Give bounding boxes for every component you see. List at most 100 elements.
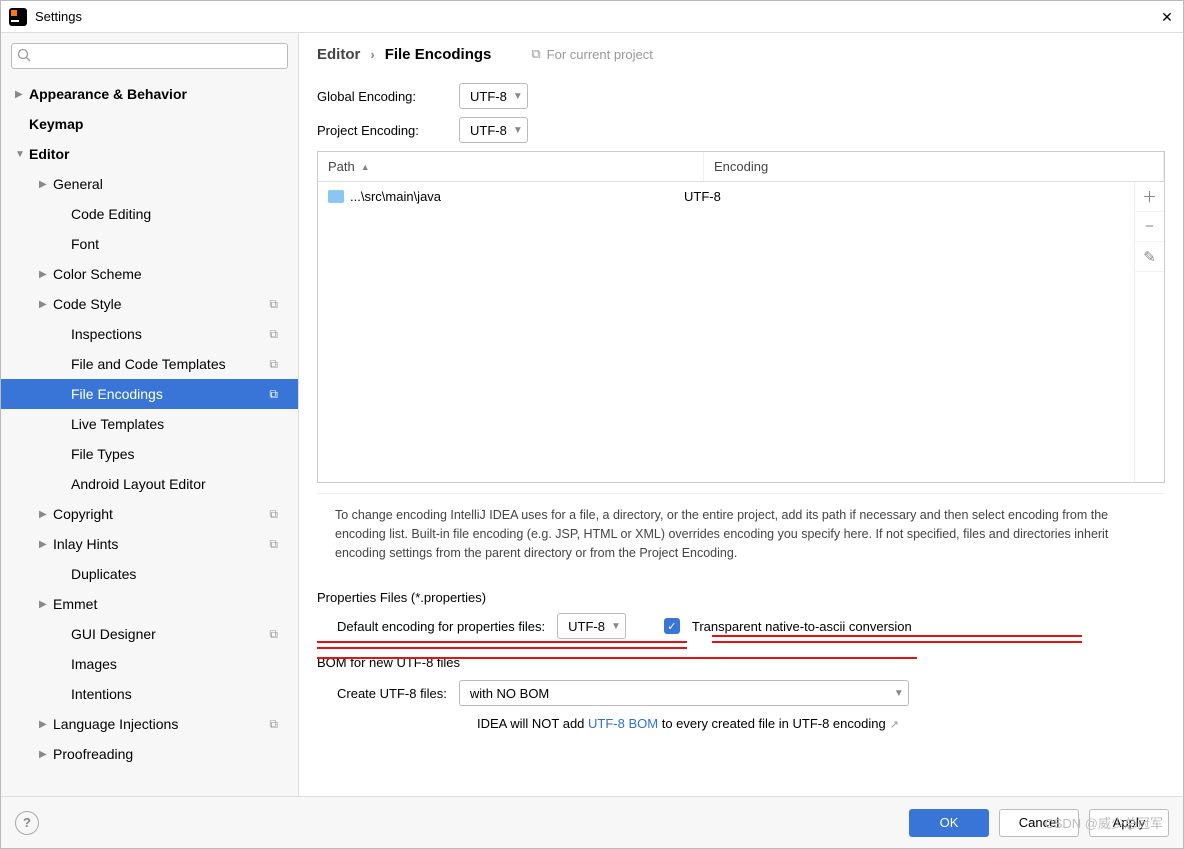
help-button[interactable]: ? xyxy=(15,811,39,835)
main-panel: Editor › File Encodings ⧉ For current pr… xyxy=(299,33,1183,796)
project-scope: ⧉ For current project xyxy=(531,46,653,62)
project-scope-icon: ⧉ xyxy=(269,627,278,642)
ok-button[interactable]: OK xyxy=(909,809,989,837)
project-scope-icon: ⧉ xyxy=(269,357,278,372)
titlebar: Settings ✕ xyxy=(1,1,1183,33)
body: ▶Appearance & Behavior▶Keymap▼Editor▶Gen… xyxy=(1,33,1183,796)
sidebar-item-label: Code Editing xyxy=(71,206,151,222)
props-default-label: Default encoding for properties files: xyxy=(337,619,545,634)
settings-window: Settings ✕ ▶Appearance & Behavior▶Keymap… xyxy=(0,0,1184,849)
project-scope-icon: ⧉ xyxy=(269,297,278,312)
content: Global Encoding: UTF-8 ▼ Project Encodin… xyxy=(299,75,1183,796)
close-icon[interactable]: ✕ xyxy=(1159,9,1175,25)
sidebar-item-inlay-hints[interactable]: ▶Inlay Hints⧉ xyxy=(1,529,298,559)
breadcrumb: Editor › File Encodings ⧉ For current pr… xyxy=(299,33,1183,75)
sidebar-item-file-types[interactable]: ▶File Types xyxy=(1,439,298,469)
chevron-right-icon: ▶ xyxy=(39,269,51,280)
sidebar-item-copyright[interactable]: ▶Copyright⧉ xyxy=(1,499,298,529)
chevron-down-icon: ▼ xyxy=(894,688,904,699)
bom-row: Create UTF-8 files: with NO BOM ▼ xyxy=(317,680,1165,706)
sidebar-item-label: Language Injections xyxy=(53,716,178,732)
sidebar-item-file-encodings[interactable]: ▶File Encodings⧉ xyxy=(1,379,298,409)
search xyxy=(11,43,288,69)
sidebar-item-label: Inlay Hints xyxy=(53,536,118,552)
global-encoding-dropdown[interactable]: UTF-8 ▼ xyxy=(459,83,528,109)
sidebar-item-label: GUI Designer xyxy=(71,626,156,642)
sidebar-item-keymap[interactable]: ▶Keymap xyxy=(1,109,298,139)
col-path[interactable]: Path ▲ xyxy=(318,152,704,181)
sidebar-item-code-style[interactable]: ▶Code Style⧉ xyxy=(1,289,298,319)
table-row[interactable]: ...\src\main\java UTF-8 xyxy=(318,182,1134,210)
sidebar-item-language-injections[interactable]: ▶Language Injections⧉ xyxy=(1,709,298,739)
external-link-icon: ↗ xyxy=(890,719,899,731)
sidebar-item-label: Color Scheme xyxy=(53,266,142,282)
sidebar-item-label: Appearance & Behavior xyxy=(29,86,187,102)
table-header: Path ▲ Encoding xyxy=(318,152,1164,182)
encoding-hint: To change encoding IntelliJ IDEA uses fo… xyxy=(317,493,1165,574)
cell-path: ...\src\main\java xyxy=(350,189,441,204)
sidebar: ▶Appearance & Behavior▶Keymap▼Editor▶Gen… xyxy=(1,33,299,796)
folder-icon xyxy=(328,190,344,203)
sidebar-item-android-layout-editor[interactable]: ▶Android Layout Editor xyxy=(1,469,298,499)
sidebar-item-gui-designer[interactable]: ▶GUI Designer⧉ xyxy=(1,619,298,649)
cancel-button[interactable]: Cancel xyxy=(999,809,1079,837)
sidebar-item-images[interactable]: ▶Images xyxy=(1,649,298,679)
sidebar-item-label: Keymap xyxy=(29,116,83,132)
sidebar-item-editor[interactable]: ▼Editor xyxy=(1,139,298,169)
sidebar-item-label: Duplicates xyxy=(71,566,136,582)
chevron-right-icon: ▶ xyxy=(15,89,27,100)
sidebar-item-intentions[interactable]: ▶Intentions xyxy=(1,679,298,709)
sidebar-item-code-editing[interactable]: ▶Code Editing xyxy=(1,199,298,229)
props-default-dropdown[interactable]: UTF-8 ▼ xyxy=(557,613,626,639)
properties-row: Default encoding for properties files: U… xyxy=(317,613,1165,639)
sidebar-item-label: Font xyxy=(71,236,99,252)
sidebar-item-label: General xyxy=(53,176,103,192)
project-scope-icon: ⧉ xyxy=(269,507,278,522)
app-icon xyxy=(9,8,27,26)
sidebar-item-label: Emmet xyxy=(53,596,97,612)
cell-encoding: UTF-8 xyxy=(674,189,1134,204)
col-encoding[interactable]: Encoding xyxy=(704,152,1164,181)
sidebar-item-general[interactable]: ▶General xyxy=(1,169,298,199)
breadcrumb-sep: › xyxy=(370,47,374,62)
sidebar-item-label: Proofreading xyxy=(53,746,133,762)
chevron-down-icon: ▼ xyxy=(513,125,523,136)
native-ascii-checkbox[interactable]: ✓ xyxy=(664,618,680,634)
sidebar-item-label: Images xyxy=(71,656,117,672)
sidebar-item-inspections[interactable]: ▶Inspections⧉ xyxy=(1,319,298,349)
properties-section-title: Properties Files (*.properties) xyxy=(317,590,1165,605)
breadcrumb-part1: Editor xyxy=(317,46,360,63)
project-encoding-label: Project Encoding: xyxy=(317,123,447,138)
project-encoding-row: Project Encoding: UTF-8 ▼ xyxy=(317,117,1165,143)
bom-create-dropdown[interactable]: with NO BOM ▼ xyxy=(459,680,909,706)
add-button[interactable]: ＋ xyxy=(1135,182,1164,212)
sidebar-item-label: File Encodings xyxy=(71,386,163,402)
edit-button[interactable]: ✎ xyxy=(1135,242,1164,272)
sidebar-item-duplicates[interactable]: ▶Duplicates xyxy=(1,559,298,589)
utf8-bom-link[interactable]: UTF-8 BOM xyxy=(588,716,658,731)
sidebar-item-live-templates[interactable]: ▶Live Templates xyxy=(1,409,298,439)
sidebar-item-label: Editor xyxy=(29,146,69,162)
table-actions: ＋ − ✎ xyxy=(1134,182,1164,482)
sidebar-item-appearance-behavior[interactable]: ▶Appearance & Behavior xyxy=(1,79,298,109)
copy-icon: ⧉ xyxy=(531,46,540,62)
sidebar-item-label: Code Style xyxy=(53,296,121,312)
search-input[interactable] xyxy=(11,43,288,69)
sidebar-item-font[interactable]: ▶Font xyxy=(1,229,298,259)
remove-button[interactable]: − xyxy=(1135,212,1164,242)
breadcrumb-part2: File Encodings xyxy=(385,46,492,63)
bom-hint: IDEA will NOT add UTF-8 BOM to every cre… xyxy=(317,716,1165,731)
sidebar-item-color-scheme[interactable]: ▶Color Scheme xyxy=(1,259,298,289)
sidebar-item-emmet[interactable]: ▶Emmet xyxy=(1,589,298,619)
sidebar-item-proofreading[interactable]: ▶Proofreading xyxy=(1,739,298,769)
sidebar-item-label: Copyright xyxy=(53,506,113,522)
nav-tree: ▶Appearance & Behavior▶Keymap▼Editor▶Gen… xyxy=(1,79,298,796)
project-encoding-dropdown[interactable]: UTF-8 ▼ xyxy=(459,117,528,143)
project-scope-icon: ⧉ xyxy=(269,387,278,402)
project-scope-icon: ⧉ xyxy=(269,537,278,552)
sidebar-item-label: Intentions xyxy=(71,686,132,702)
window-title: Settings xyxy=(35,9,1159,24)
native-ascii-label: Transparent native-to-ascii conversion xyxy=(692,619,912,634)
sidebar-item-file-and-code-templates[interactable]: ▶File and Code Templates⧉ xyxy=(1,349,298,379)
apply-button[interactable]: Apply xyxy=(1089,809,1169,837)
